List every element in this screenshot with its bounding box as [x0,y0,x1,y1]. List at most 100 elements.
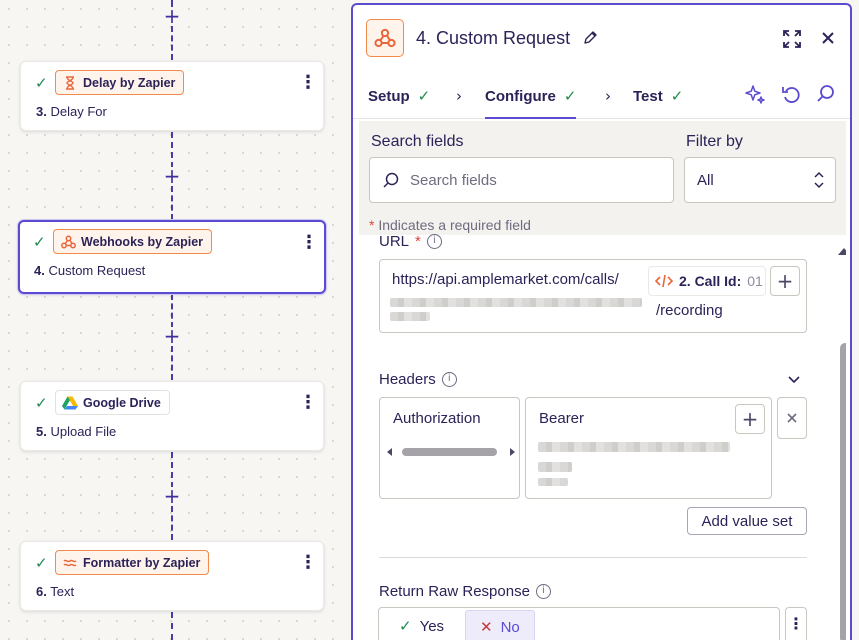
app-badge: Webhooks by Zapier [53,229,213,254]
step-title: 5. Upload File [36,424,117,439]
step-card-google-drive[interactable]: ✓ Google Drive 5. Upload File ⋮ [20,381,324,451]
connector-line [171,346,173,380]
undo-icon[interactable] [780,83,802,110]
option-yes[interactable]: ✓ Yes [387,608,456,640]
step-menu-button[interactable]: ⋮ [299,553,317,571]
ai-sparkle-icon[interactable] [744,83,766,110]
filter-value: All [697,171,714,189]
add-step-button[interactable]: + [163,166,181,186]
tab-test[interactable]: Test ✓ [633,85,683,107]
connector-line [171,26,173,60]
required-note: * Indicates a required field [369,217,531,233]
step-complete-icon: ✓ [33,233,46,251]
x-icon: ✕ [480,618,493,636]
header-key-input[interactable]: Authorization [379,397,520,499]
info-icon[interactable]: i [441,372,457,387]
app-name: Google Drive [83,395,161,410]
redacted-text [538,442,730,452]
app-badge: Delay by Zapier [55,70,185,95]
app-badge: Google Drive [55,390,170,415]
scroll-up-arrow[interactable] [837,243,846,261]
step-title: 3. Delay For [36,104,107,119]
add-step-button[interactable]: + [163,326,181,346]
search-fields-input[interactable]: Search fields [369,157,674,203]
step-title: 4. Custom Request [34,263,146,278]
tab-done-icon: ✓ [563,87,577,105]
panel-header: 4. Custom Request [353,5,850,71]
redacted-text [390,298,642,307]
hourglass-icon [62,75,78,91]
redacted-text [538,462,572,472]
connector-line [171,186,173,220]
chevron-updown-icon [814,171,824,189]
connector-line [171,132,173,168]
field-search-bar: Search fields Filter by Search fields Al… [359,121,846,235]
info-icon[interactable]: i [535,584,551,599]
insert-data-button[interactable]: + [735,404,765,434]
app-name: Webhooks by Zapier [81,234,204,249]
app-name: Delay by Zapier [83,75,176,90]
step-menu-button[interactable]: ⋮ [299,73,317,91]
app-name: Formatter by Zapier [83,555,201,570]
add-step-button[interactable]: + [163,486,181,506]
mapped-field-pill[interactable]: 2. Call Id: 01 [648,266,766,296]
horizontal-scrollbar[interactable] [386,446,516,458]
webhook-icon [60,234,76,250]
step-card-webhooks[interactable]: ✓ Webhooks by Zapier 4. Custom Request ⋮ [18,220,326,294]
add-step-button[interactable]: + [163,6,181,26]
google-drive-icon [62,395,78,411]
connector-line [171,506,173,540]
url-label: URL * i [379,233,442,250]
headers-label: Headers i [379,371,457,388]
chevron-right-icon: › [456,87,462,105]
info-icon[interactable]: i [426,234,442,249]
step-menu-button[interactable]: ⋮ [300,233,318,251]
connector-line [171,452,173,488]
step-card-delay[interactable]: ✓ Delay by Zapier 3. Delay For ⋮ [20,61,324,131]
tab-setup[interactable]: Setup ✓ [368,85,430,107]
redacted-text [390,312,430,321]
add-value-set-button[interactable]: Add value set [687,507,807,535]
vertical-scrollbar-thumb[interactable] [840,343,846,640]
search-icon[interactable] [815,83,837,110]
tab-done-icon: ✓ [670,87,684,105]
search-fields-label: Search fields [371,133,464,150]
step-complete-icon: ✓ [35,394,48,412]
app-badge: Formatter by Zapier [55,550,210,575]
filter-by-select[interactable]: All [684,157,836,203]
zap-canvas[interactable]: + + + + ✓ Delay by Zapier 3. Delay For ⋮… [0,0,350,640]
webhook-icon [366,19,404,57]
step-tabs: Setup ✓ › Configure ✓ › Test ✓ [353,75,850,119]
step-title: 6. Text [36,584,75,599]
search-placeholder: Search fields [410,171,497,189]
configure-form: Search fields Filter by Search fields Al… [359,121,846,640]
step-card-formatter[interactable]: ✓ Formatter by Zapier 6. Text ⋮ [20,541,324,611]
tab-done-icon: ✓ [417,87,431,105]
header-value-input[interactable]: Bearer + [525,397,772,499]
tab-configure[interactable]: Configure ✓ [485,85,577,119]
step-menu-button[interactable]: ⋮ [299,393,317,411]
url-value-prefix: https://api.amplemarket.com/calls/ [392,271,619,288]
connector-line [171,294,173,328]
field-menu-button[interactable]: ⋮ [785,607,807,640]
step-complete-icon: ✓ [35,74,48,92]
remove-header-button[interactable] [777,397,807,439]
formatter-icon [62,555,78,571]
close-icon [787,413,797,423]
chevron-down-icon[interactable] [787,371,801,389]
return-raw-response-label: Return Raw Response i [379,583,551,600]
edit-title-icon[interactable] [582,30,598,51]
close-icon[interactable] [819,29,837,52]
filter-by-label: Filter by [686,133,743,150]
code-icon [655,274,673,288]
step-editor-panel: 4. Custom Request Setup ✓ › Configure ✓ › … [351,3,852,640]
option-no[interactable]: ✕ No [465,610,535,640]
insert-data-button[interactable]: + [770,266,800,296]
expand-icon[interactable] [782,29,802,54]
search-icon [383,172,399,188]
return-raw-response-toggle: ✓ Yes ✕ No [378,607,780,640]
url-input[interactable]: https://api.amplemarket.com/calls/ 2. Ca… [379,259,807,333]
divider [379,557,807,558]
connector-line [171,612,173,640]
chevron-right-icon: › [605,87,611,105]
